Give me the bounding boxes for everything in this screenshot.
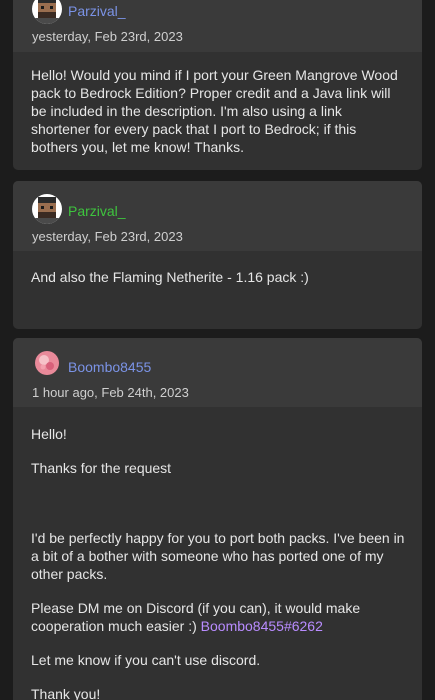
discord-tag-link[interactable]: Boombo8455#6262 bbox=[201, 618, 323, 634]
username-link[interactable]: Parzival_ bbox=[68, 203, 126, 219]
post-timestamp: yesterday, Feb 23rd, 2023 bbox=[32, 229, 183, 244]
post-timestamp: yesterday, Feb 23rd, 2023 bbox=[32, 29, 183, 44]
message-thread: Parzival_ yesterday, Feb 23rd, 2023 Hell… bbox=[0, 0, 435, 700]
post-card: Parzival_ yesterday, Feb 23rd, 2023 And … bbox=[13, 181, 422, 329]
post-text: I'd be perfectly happy for you to port b… bbox=[31, 530, 405, 582]
post-body: And also the Flaming Netherite - 1.16 pa… bbox=[13, 251, 422, 286]
pixel-avatar-icon[interactable] bbox=[32, 0, 62, 24]
post-card: Boombo8455 1 hour ago, Feb 24th, 2023 He… bbox=[13, 338, 422, 700]
post-body: Hello! Thanks for the request I'd be per… bbox=[13, 407, 422, 700]
post-text: Let me know if you can't use discord. bbox=[31, 652, 261, 668]
post-header: Parzival_ yesterday, Feb 23rd, 2023 bbox=[13, 0, 422, 52]
post-text: Hello! bbox=[31, 426, 67, 442]
post-text: Hello! Would you mind if I port your Gre… bbox=[31, 67, 398, 155]
post-text: And also the Flaming Netherite - 1.16 pa… bbox=[31, 269, 309, 285]
post-header: Parzival_ yesterday, Feb 23rd, 2023 bbox=[13, 181, 422, 251]
username-link[interactable]: Parzival_ bbox=[68, 3, 126, 19]
post-body: Hello! Would you mind if I port your Gre… bbox=[13, 52, 422, 156]
post-text: Thank you! bbox=[31, 686, 101, 700]
post-text: Please DM me on Discord (if you can), it… bbox=[31, 599, 406, 635]
post-timestamp: 1 hour ago, Feb 24th, 2023 bbox=[32, 385, 189, 400]
post-text: Thanks for the request bbox=[31, 460, 172, 476]
post-header: Boombo8455 1 hour ago, Feb 24th, 2023 bbox=[13, 338, 422, 407]
post-card: Parzival_ yesterday, Feb 23rd, 2023 Hell… bbox=[13, 0, 422, 170]
pixel-avatar-icon[interactable] bbox=[32, 194, 62, 224]
pink-orb-avatar-icon[interactable] bbox=[34, 350, 60, 376]
username-link[interactable]: Boombo8455 bbox=[68, 359, 151, 375]
